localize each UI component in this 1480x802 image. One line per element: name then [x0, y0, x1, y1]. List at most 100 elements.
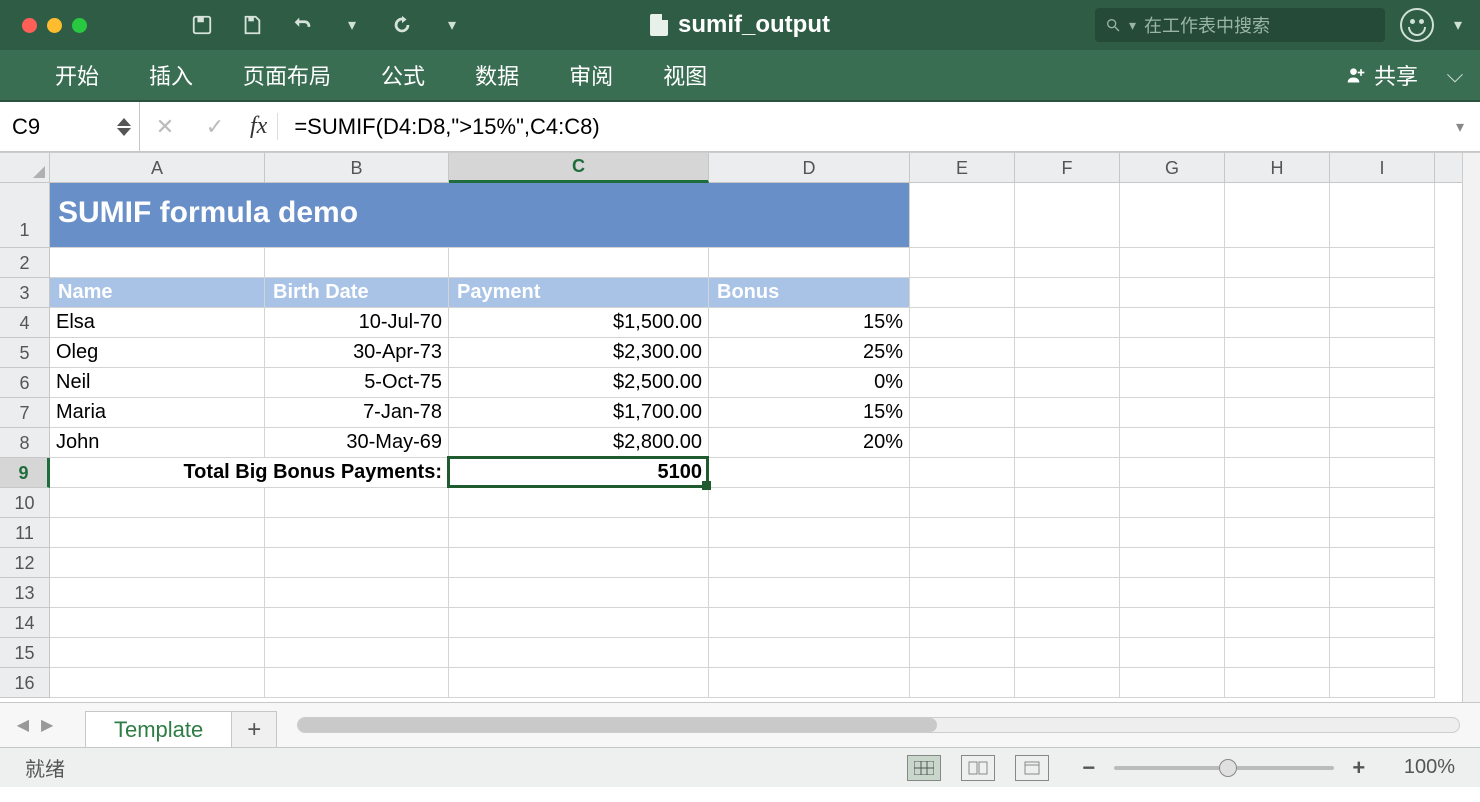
cell[interactable]: Oleg [50, 338, 265, 368]
formula-input[interactable]: =SUMIF(D4:D8,">15%",C4:C8) [288, 114, 1440, 140]
cell[interactable] [1225, 608, 1330, 638]
cell[interactable] [1330, 518, 1435, 548]
cell[interactable] [1120, 518, 1225, 548]
cell[interactable] [1225, 488, 1330, 518]
cell[interactable] [265, 608, 449, 638]
minimize-window-button[interactable] [47, 18, 62, 33]
cell[interactable] [910, 638, 1015, 668]
zoom-in-button[interactable]: + [1349, 755, 1369, 781]
fx-icon[interactable]: fx [240, 113, 278, 140]
cell[interactable] [1330, 458, 1435, 488]
cell[interactable] [1225, 428, 1330, 458]
cell[interactable] [910, 428, 1015, 458]
row-header-10[interactable]: 10 [0, 488, 50, 518]
cell[interactable]: 25% [709, 338, 910, 368]
cell[interactable] [50, 578, 265, 608]
column-header-G[interactable]: G [1120, 153, 1225, 182]
row-header-6[interactable]: 6 [0, 368, 50, 398]
undo-icon[interactable] [277, 0, 327, 50]
cell[interactable] [1120, 248, 1225, 278]
zoom-out-button[interactable]: − [1079, 755, 1099, 781]
cell[interactable] [449, 668, 709, 698]
ribbon-tab-5[interactable]: 审阅 [544, 50, 638, 100]
cell[interactable] [1015, 338, 1120, 368]
cell[interactable] [709, 458, 910, 488]
cell[interactable]: Payment [449, 278, 709, 308]
row-header-13[interactable]: 13 [0, 578, 50, 608]
cell[interactable] [1225, 183, 1330, 248]
row-header-15[interactable]: 15 [0, 638, 50, 668]
cell[interactable] [910, 248, 1015, 278]
cell[interactable]: $2,800.00 [449, 428, 709, 458]
cell[interactable] [1015, 608, 1120, 638]
cell[interactable] [709, 578, 910, 608]
cell[interactable]: 30-May-69 [265, 428, 449, 458]
cell[interactable] [1330, 608, 1435, 638]
cell[interactable]: $2,500.00 [449, 368, 709, 398]
sheet-tab-template[interactable]: Template [85, 711, 232, 747]
cell[interactable] [449, 638, 709, 668]
cell[interactable] [709, 608, 910, 638]
cell[interactable] [1330, 248, 1435, 278]
cell[interactable] [1120, 488, 1225, 518]
column-header-F[interactable]: F [1015, 153, 1120, 182]
cell[interactable]: $1,700.00 [449, 398, 709, 428]
cell[interactable] [449, 488, 709, 518]
cell[interactable]: 20% [709, 428, 910, 458]
name-box[interactable]: C9 [0, 102, 140, 151]
ribbon-tab-3[interactable]: 公式 [356, 50, 450, 100]
cell[interactable] [910, 488, 1015, 518]
accept-formula-icon[interactable]: ✓ [190, 102, 240, 151]
column-header-B[interactable]: B [265, 153, 449, 182]
cell[interactable] [265, 638, 449, 668]
cell[interactable]: 5100 [449, 458, 709, 488]
cell[interactable] [709, 248, 910, 278]
cell[interactable]: 15% [709, 398, 910, 428]
page-break-view-button[interactable] [1015, 755, 1049, 781]
cell[interactable] [1015, 668, 1120, 698]
cell[interactable] [910, 338, 1015, 368]
ribbon-collapse-icon[interactable]: ⌵ [1430, 62, 1480, 88]
cells-area[interactable]: SUMIF formula demoNameBirth DatePaymentB… [50, 183, 1480, 698]
cell[interactable] [1120, 548, 1225, 578]
select-all-corner[interactable] [0, 153, 50, 182]
cell[interactable] [50, 248, 265, 278]
cell[interactable]: Maria [50, 398, 265, 428]
total-label-cell[interactable]: Total Big Bonus Payments: [50, 458, 449, 488]
cell[interactable]: Birth Date [265, 278, 449, 308]
cell[interactable] [449, 548, 709, 578]
cell[interactable] [910, 398, 1015, 428]
cell[interactable] [1120, 368, 1225, 398]
cell[interactable] [449, 608, 709, 638]
cell[interactable]: 30-Apr-73 [265, 338, 449, 368]
cell[interactable] [1225, 578, 1330, 608]
cell[interactable] [50, 668, 265, 698]
cell[interactable] [50, 488, 265, 518]
row-header-11[interactable]: 11 [0, 518, 50, 548]
cell[interactable] [1015, 578, 1120, 608]
cell[interactable] [1120, 398, 1225, 428]
cell[interactable] [1330, 368, 1435, 398]
title-cell[interactable]: SUMIF formula demo [50, 183, 910, 248]
sheet-next-icon[interactable]: ▶ [41, 715, 53, 735]
cell[interactable] [449, 248, 709, 278]
autosave-icon[interactable] [177, 0, 227, 50]
cell[interactable] [1015, 488, 1120, 518]
cell[interactable] [709, 548, 910, 578]
cell[interactable] [709, 488, 910, 518]
cell[interactable] [265, 548, 449, 578]
cell[interactable] [1225, 458, 1330, 488]
zoom-slider[interactable] [1114, 766, 1334, 770]
page-layout-view-button[interactable] [961, 755, 995, 781]
cell[interactable]: 10-Jul-70 [265, 308, 449, 338]
column-header-A[interactable]: A [50, 153, 265, 182]
cell[interactable] [1015, 518, 1120, 548]
feedback-icon[interactable] [1400, 8, 1434, 42]
normal-view-button[interactable] [907, 755, 941, 781]
close-window-button[interactable] [22, 18, 37, 33]
column-header-E[interactable]: E [910, 153, 1015, 182]
cell[interactable] [265, 518, 449, 548]
cell[interactable] [910, 183, 1015, 248]
row-header-3[interactable]: 3 [0, 278, 50, 308]
cell[interactable] [1015, 308, 1120, 338]
